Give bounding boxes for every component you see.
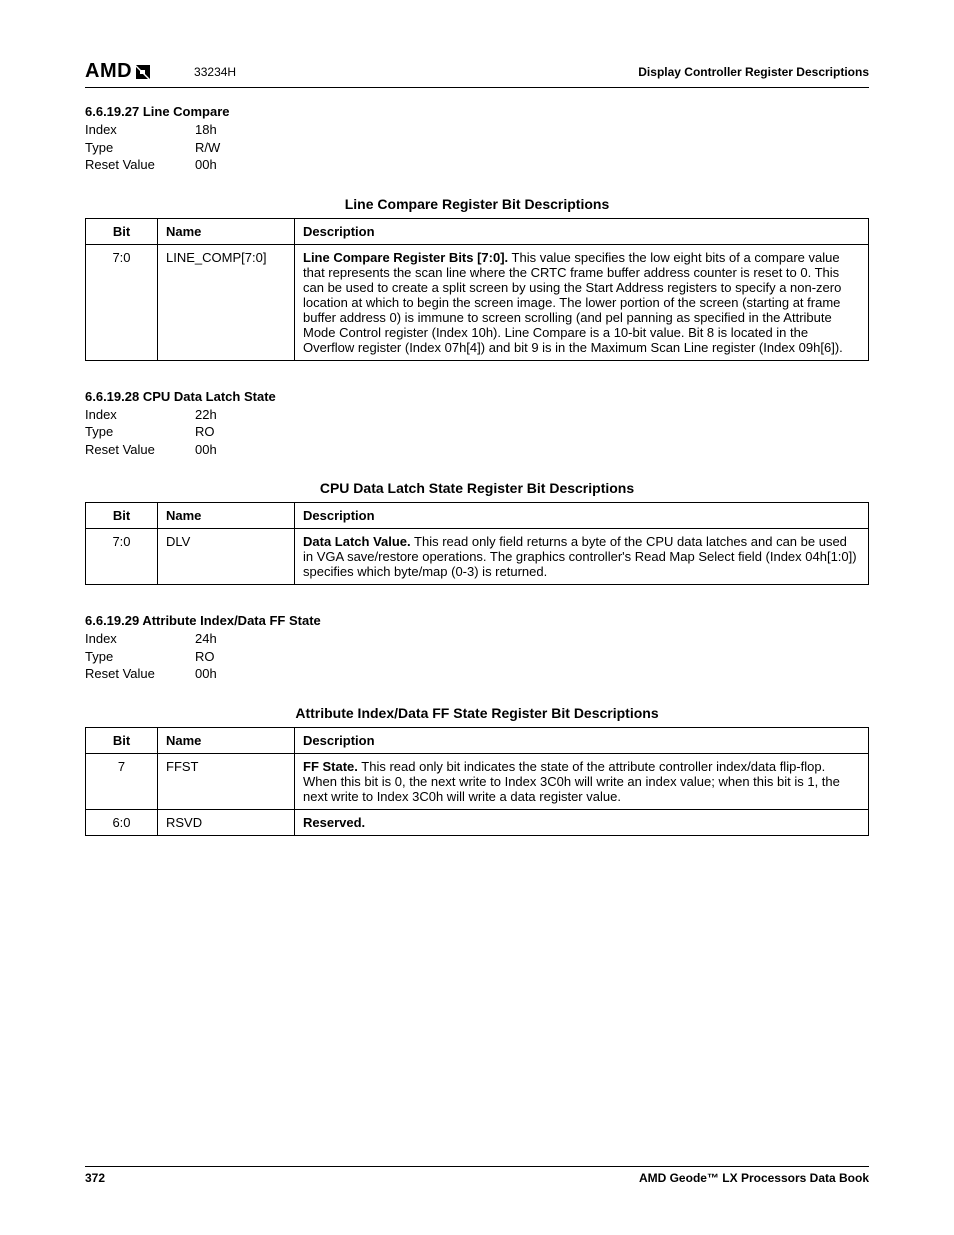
col-name: Name — [158, 503, 295, 529]
meta-row: Reset Value00h — [85, 441, 869, 459]
page-header: AMD 33234H Display Controller Register D… — [85, 60, 869, 88]
col-description: Description — [295, 503, 869, 529]
desc-term: Reserved. — [303, 815, 365, 830]
register-meta: Index24hTypeROReset Value00h — [85, 630, 869, 683]
meta-label: Index — [85, 630, 195, 648]
meta-value: RO — [195, 648, 255, 666]
meta-row: Reset Value00h — [85, 156, 869, 174]
meta-row: Reset Value00h — [85, 665, 869, 683]
col-bit: Bit — [86, 727, 158, 753]
section-heading: 6.6.19.27 Line Compare — [85, 104, 869, 119]
desc-term: FF State. — [303, 759, 358, 774]
page-footer: 372 AMD Geode™ LX Processors Data Book — [85, 1166, 869, 1185]
book-title: AMD Geode™ LX Processors Data Book — [639, 1171, 869, 1185]
desc-term: Line Compare Register Bits [7:0]. — [303, 250, 508, 265]
register-meta: Index22hTypeROReset Value00h — [85, 406, 869, 459]
meta-value: 24h — [195, 630, 255, 648]
col-description: Description — [295, 727, 869, 753]
meta-row: TypeRO — [85, 648, 869, 666]
cell-bit: 7:0 — [86, 244, 158, 360]
section-heading: 6.6.19.29 Attribute Index/Data FF State — [85, 613, 869, 628]
doc-section-title: Display Controller Register Descriptions — [638, 65, 869, 79]
bit-description-table: BitNameDescription7:0LINE_COMP[7:0]Line … — [85, 218, 869, 361]
meta-value: R/W — [195, 139, 255, 157]
table-header-row: BitNameDescription — [86, 503, 869, 529]
table-row: 6:0RSVD Reserved. — [86, 809, 869, 835]
page-number: 372 — [85, 1171, 105, 1185]
meta-label: Reset Value — [85, 441, 195, 459]
bit-description-table: BitNameDescription7:0DLVData Latch Value… — [85, 502, 869, 585]
cell-name: LINE_COMP[7:0] — [158, 244, 295, 360]
table-header-row: BitNameDescription — [86, 727, 869, 753]
meta-value: RO — [195, 423, 255, 441]
cell-bit: 7:0 — [86, 529, 158, 585]
meta-label: Type — [85, 423, 195, 441]
table-row: 7:0DLVData Latch Value. This read only f… — [86, 529, 869, 585]
desc-term: Data Latch Value. — [303, 534, 411, 549]
meta-label: Index — [85, 406, 195, 424]
register-section: 6.6.19.27 Line Compare Index18hTypeR/WRes… — [85, 104, 869, 361]
cell-description: Line Compare Register Bits [7:0]. This v… — [295, 244, 869, 360]
meta-value: 18h — [195, 121, 255, 139]
cell-description: Reserved. — [295, 809, 869, 835]
amd-logo: AMD — [85, 60, 154, 83]
cell-description: Data Latch Value. This read only field r… — [295, 529, 869, 585]
meta-row: TypeR/W — [85, 139, 869, 157]
meta-row: Index18h — [85, 121, 869, 139]
cell-bit: 6:0 — [86, 809, 158, 835]
cell-name: DLV — [158, 529, 295, 585]
register-meta: Index18hTypeR/WReset Value00h — [85, 121, 869, 174]
meta-row: Index24h — [85, 630, 869, 648]
meta-label: Type — [85, 648, 195, 666]
amd-arrow-icon — [134, 63, 154, 81]
table-row: 7:0LINE_COMP[7:0]Line Compare Register B… — [86, 244, 869, 360]
doc-code: 33234H — [194, 65, 236, 79]
cell-bit: 7 — [86, 753, 158, 809]
meta-value: 22h — [195, 406, 255, 424]
meta-label: Type — [85, 139, 195, 157]
cell-name: FFST — [158, 753, 295, 809]
meta-label: Reset Value — [85, 156, 195, 174]
meta-value: 00h — [195, 665, 255, 683]
table-caption: CPU Data Latch State Register Bit Descri… — [85, 480, 869, 496]
col-name: Name — [158, 218, 295, 244]
desc-text: This read only bit indicates the state o… — [303, 759, 840, 804]
col-bit: Bit — [86, 218, 158, 244]
cell-name: RSVD — [158, 809, 295, 835]
col-name: Name — [158, 727, 295, 753]
col-bit: Bit — [86, 503, 158, 529]
desc-text: This value specifies the low eight bits … — [303, 250, 843, 355]
cell-description: FF State. This read only bit indicates t… — [295, 753, 869, 809]
table-caption: Line Compare Register Bit Descriptions — [85, 196, 869, 212]
meta-value: 00h — [195, 441, 255, 459]
meta-label: Reset Value — [85, 665, 195, 683]
bit-description-table: BitNameDescription7FFSTFF State. This re… — [85, 727, 869, 836]
table-row: 7FFSTFF State. This read only bit indica… — [86, 753, 869, 809]
meta-value: 00h — [195, 156, 255, 174]
register-section: 6.6.19.29 Attribute Index/Data FF State I… — [85, 613, 869, 836]
section-heading: 6.6.19.28 CPU Data Latch State — [85, 389, 869, 404]
col-description: Description — [295, 218, 869, 244]
meta-label: Index — [85, 121, 195, 139]
meta-row: TypeRO — [85, 423, 869, 441]
table-caption: Attribute Index/Data FF State Register B… — [85, 705, 869, 721]
table-header-row: BitNameDescription — [86, 218, 869, 244]
logo-text: AMD — [85, 60, 132, 83]
register-section: 6.6.19.28 CPU Data Latch State Index22hTy… — [85, 389, 869, 586]
meta-row: Index22h — [85, 406, 869, 424]
